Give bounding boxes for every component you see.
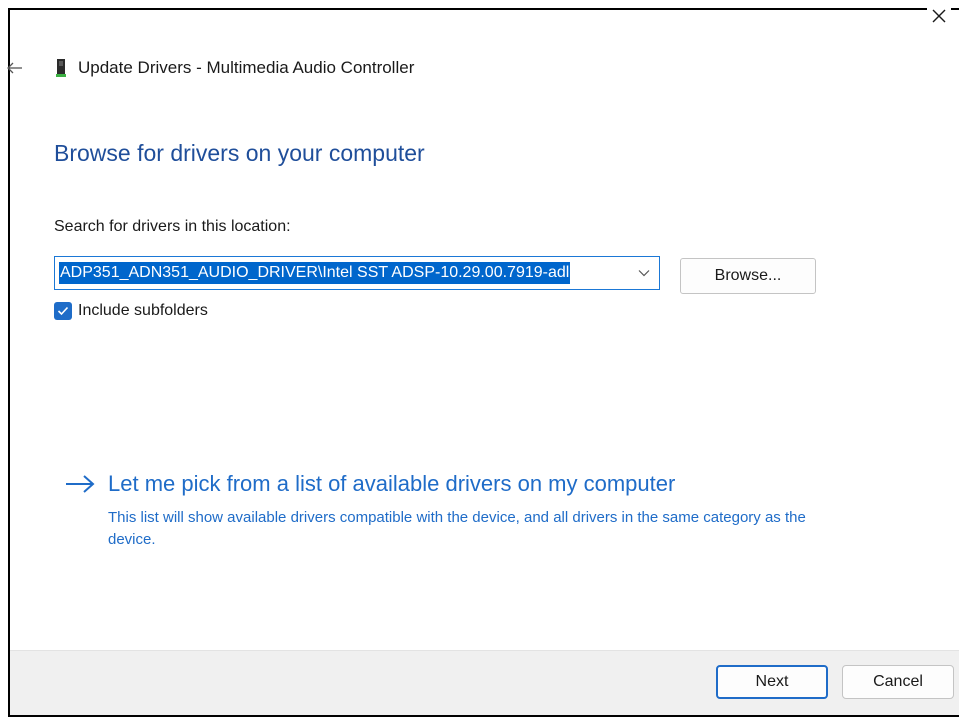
- driver-path-value[interactable]: ADP351_ADN351_AUDIO_DRIVER\Intel SST ADS…: [59, 262, 571, 284]
- chevron-down-icon: [638, 270, 650, 277]
- close-icon: [932, 9, 946, 23]
- dialog-footer: Next Cancel: [10, 650, 959, 715]
- close-button[interactable]: [927, 4, 951, 28]
- checkmark-icon: [57, 306, 69, 316]
- dialog-header: Update Drivers - Multimedia Audio Contro…: [54, 58, 414, 78]
- device-icon: [56, 59, 66, 77]
- back-arrow-icon: [7, 62, 22, 74]
- pick-from-list-description: This list will show available drivers co…: [108, 509, 806, 548]
- include-subfolders-checkbox[interactable]: Include subfolders: [54, 302, 208, 320]
- pick-from-list-link[interactable]: Let me pick from a list of available dri…: [64, 470, 675, 498]
- update-drivers-dialog: Update Drivers - Multimedia Audio Contro…: [7, 4, 959, 717]
- pick-from-list-title[interactable]: Let me pick from a list of available dri…: [108, 470, 675, 498]
- page-heading: Browse for drivers on your computer: [54, 140, 425, 166]
- next-button[interactable]: Next: [716, 665, 828, 699]
- back-button[interactable]: [4, 58, 26, 78]
- cancel-button[interactable]: Cancel: [842, 665, 954, 699]
- driver-path-combobox[interactable]: ADP351_ADN351_AUDIO_DRIVER\Intel SST ADS…: [54, 256, 660, 290]
- include-subfolders-label: Include subfolders: [78, 302, 208, 319]
- search-location-label: Search for drivers in this location:: [54, 218, 291, 235]
- checkbox-box[interactable]: [54, 302, 72, 320]
- dialog-title: Update Drivers - Multimedia Audio Contro…: [78, 58, 415, 77]
- path-dropdown-button[interactable]: [629, 257, 659, 289]
- browse-button[interactable]: Browse...: [680, 258, 816, 294]
- right-arrow-icon: [66, 475, 95, 493]
